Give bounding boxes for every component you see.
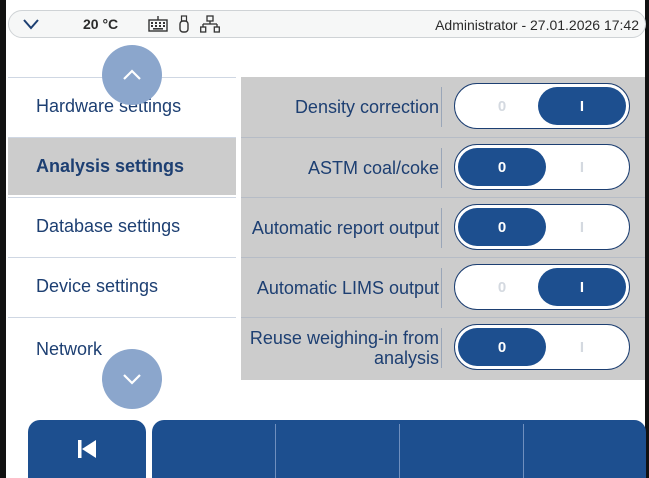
- menu-item-database-settings[interactable]: Database settings: [8, 197, 236, 255]
- toggle-off-option[interactable]: 0: [458, 328, 546, 366]
- temperature-readout: 20 °C: [83, 16, 119, 32]
- setting-row-automatic-lims-output: Automatic LIMS output 0 I: [241, 257, 645, 317]
- setting-row-reuse-weighing-in: Reuse weighing-in from analysis 0 I: [241, 317, 645, 380]
- row-divider: [441, 328, 442, 368]
- screen-bezel-left: [0, 0, 6, 478]
- row-divider: [441, 87, 442, 127]
- astm-coal-coke-toggle[interactable]: 0 I: [454, 144, 630, 190]
- toggle-on-option[interactable]: I: [538, 328, 626, 366]
- usb-stick-icon: [179, 15, 189, 33]
- reuse-weighing-in-toggle[interactable]: 0 I: [454, 324, 630, 370]
- toggle-off-option[interactable]: 0: [458, 87, 546, 125]
- back-to-start-button[interactable]: [28, 420, 146, 478]
- automatic-lims-output-toggle[interactable]: 0 I: [454, 264, 630, 310]
- toggle-on-option[interactable]: I: [538, 148, 626, 186]
- chevron-up-icon: [123, 69, 141, 80]
- toggle-off-option[interactable]: 0: [458, 268, 546, 306]
- toggle-off-option[interactable]: 0: [458, 208, 546, 246]
- setting-row-automatic-report-output: Automatic report output 0 I: [241, 197, 645, 257]
- toggle-on-option[interactable]: I: [538, 87, 626, 125]
- toolbar-divider: [275, 424, 276, 478]
- setting-row-density-correction: Density correction 0 I: [241, 77, 645, 137]
- menu-item-label: Analysis settings: [36, 156, 185, 176]
- row-divider: [441, 148, 442, 188]
- menu-item-label: Database settings: [36, 216, 181, 236]
- menu-item-label: Device settings: [36, 276, 159, 296]
- toolbar-button-group: [152, 420, 646, 478]
- chevron-down-icon[interactable]: [21, 16, 41, 32]
- menu-item-label: Network: [36, 338, 103, 359]
- menu-item-label: Hardware settings: [36, 96, 182, 116]
- setting-label: ASTM coal/coke: [307, 158, 439, 178]
- app-screen: 20 °C Administrator - 27.01.2026 17:42 H…: [0, 0, 649, 478]
- bottom-toolbar: [28, 420, 646, 478]
- menu-item-device-settings[interactable]: Device settings: [8, 257, 236, 315]
- setting-row-astm-coal-coke: ASTM coal/coke 0 I: [241, 137, 645, 197]
- toggle-off-option[interactable]: 0: [458, 148, 546, 186]
- skip-back-icon: [78, 440, 96, 458]
- setting-label: Reuse weighing-in from analysis: [249, 328, 439, 368]
- toolbar-divider: [399, 424, 400, 478]
- screen-bezel-right: [645, 0, 649, 478]
- toggle-on-option[interactable]: I: [538, 208, 626, 246]
- row-divider: [441, 268, 442, 308]
- status-bar: 20 °C Administrator - 27.01.2026 17:42: [8, 10, 646, 38]
- setting-label: Automatic report output: [251, 218, 439, 238]
- automatic-report-output-toggle[interactable]: 0 I: [454, 204, 630, 250]
- scroll-up-button[interactable]: [102, 45, 162, 105]
- scroll-down-button[interactable]: [102, 349, 162, 409]
- row-divider: [441, 208, 442, 248]
- user-datetime[interactable]: Administrator - 27.01.2026 17:42: [435, 17, 639, 33]
- setting-label: Density correction: [294, 97, 439, 117]
- toggle-on-option[interactable]: I: [538, 268, 626, 306]
- chevron-down-icon: [123, 374, 141, 385]
- toolbar-divider: [523, 424, 524, 478]
- network-icon: [200, 15, 220, 33]
- analysis-settings-panel: Density correction 0 I ASTM coal/coke 0 …: [241, 77, 645, 380]
- keyboard-icon: [148, 16, 168, 32]
- setting-label: Automatic LIMS output: [256, 278, 439, 298]
- menu-item-analysis-settings[interactable]: Analysis settings: [8, 137, 236, 195]
- density-correction-toggle[interactable]: 0 I: [454, 83, 630, 129]
